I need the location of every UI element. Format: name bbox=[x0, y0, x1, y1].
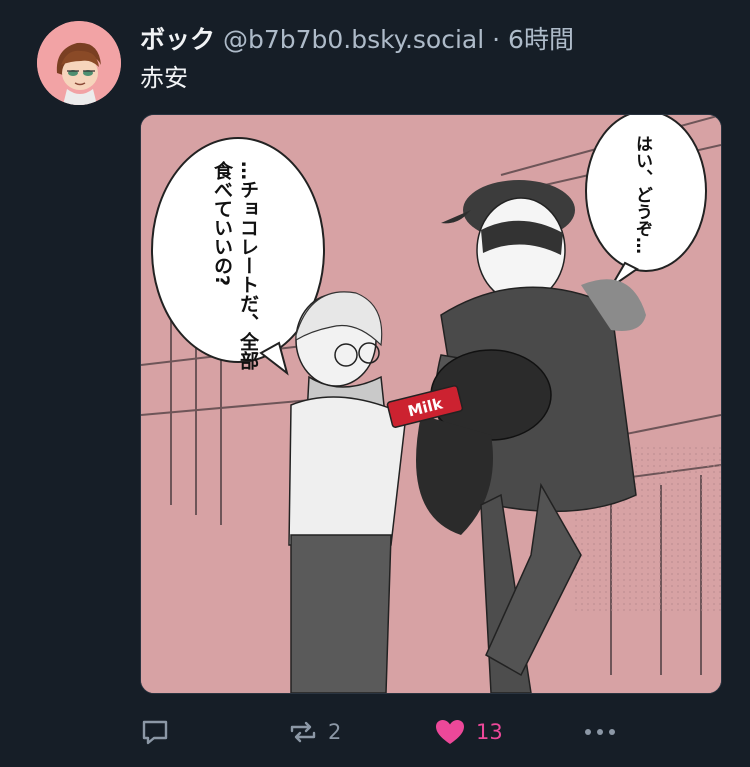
like-count: 13 bbox=[476, 720, 503, 744]
post-text: 赤安 bbox=[140, 64, 188, 92]
ellipsis-icon bbox=[585, 729, 615, 735]
heart-icon bbox=[436, 720, 464, 744]
avatar-portrait-icon bbox=[37, 21, 121, 105]
author-avatar[interactable] bbox=[37, 21, 121, 105]
post-image[interactable]: Milk …チョコレートだ、全部食べていいの? はい、どうぞ… bbox=[140, 114, 722, 694]
repost-arrows-icon bbox=[290, 721, 316, 743]
speech-bubble-icon bbox=[142, 720, 168, 745]
post-timestamp[interactable]: 6時間 bbox=[508, 25, 574, 54]
author-display-name[interactable]: ボック bbox=[140, 25, 215, 54]
repost-count: 2 bbox=[328, 720, 342, 744]
reply-button[interactable] bbox=[140, 710, 170, 754]
speech-text-right: はい、どうぞ… bbox=[632, 135, 652, 254]
post-header: ボック @b7b7b0.bsky.social · 6時間 bbox=[140, 24, 730, 56]
post-actions: 2 13 bbox=[140, 710, 620, 754]
speech-text-left: …チョコレートだ、全部食べていいの? bbox=[211, 161, 259, 370]
repost-button[interactable]: 2 bbox=[288, 710, 341, 754]
author-handle[interactable]: @b7b7b0.bsky.social bbox=[223, 25, 484, 54]
more-options-button[interactable] bbox=[582, 710, 618, 754]
separator-dot: · bbox=[492, 25, 501, 54]
like-button[interactable]: 13 bbox=[434, 710, 503, 754]
